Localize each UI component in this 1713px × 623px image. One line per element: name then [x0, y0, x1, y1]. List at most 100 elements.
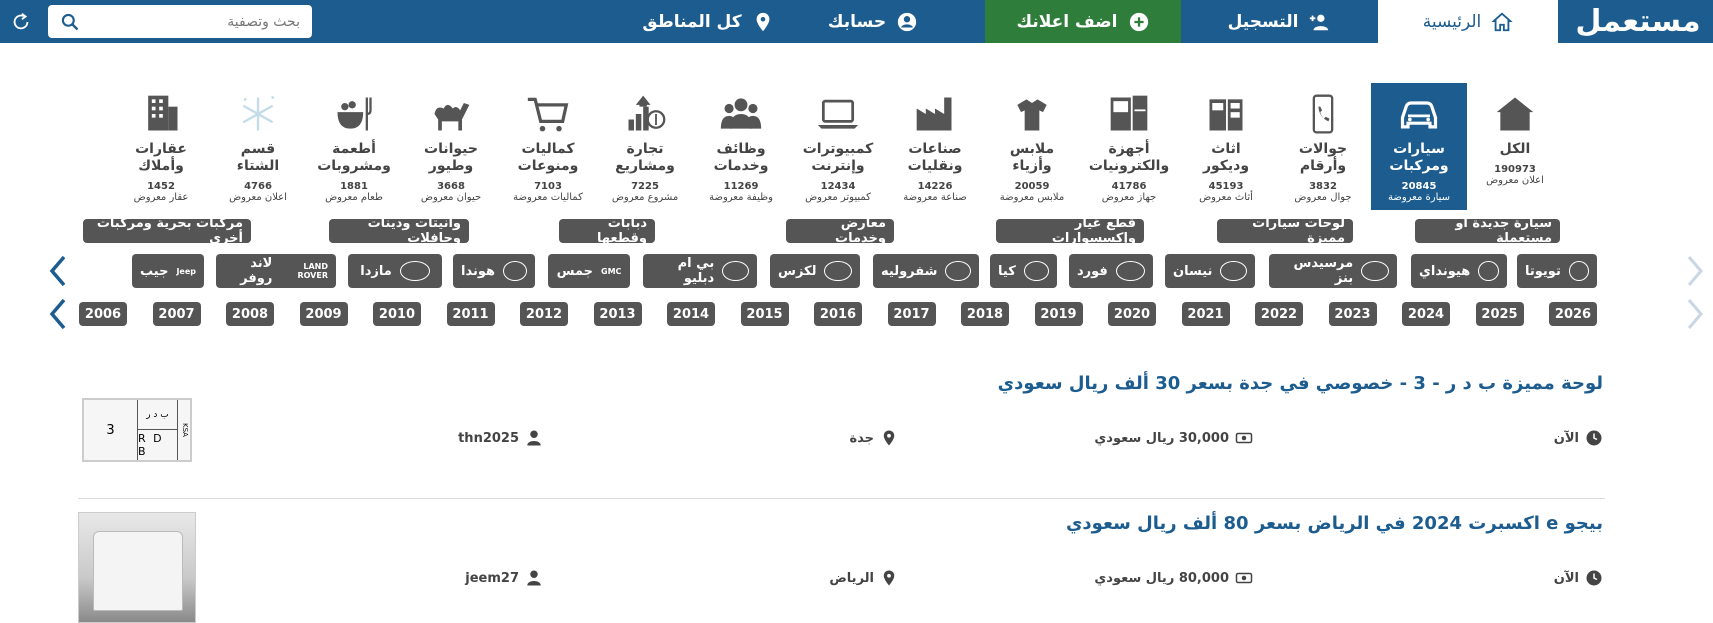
snow-icon: [242, 96, 275, 131]
car-brand-button[interactable]: تويوتا: [1517, 254, 1597, 288]
food-icon: [337, 97, 372, 131]
nav-register[interactable]: التسجيل: [1181, 0, 1377, 43]
category-item[interactable]: عقارات وأملاك 1452 عقار معروض: [113, 83, 209, 210]
car-brand-button[interactable]: GMC جمس: [548, 254, 630, 288]
nav-home[interactable]: الرئيسية: [1378, 0, 1558, 43]
category-unit: اعلان معروض: [229, 192, 287, 203]
category-item[interactable]: حيوانات وطيور 3668 حيوان معروض: [403, 83, 499, 210]
category-item[interactable]: أطعمة ومشروبات 1881 طعام معروض: [306, 83, 402, 210]
category-item[interactable]: صناعات ونقليات 14226 صناعة معروضة: [887, 83, 983, 210]
listing-title[interactable]: بيجو e اكسبرت 2024 في الرياض بسعر 80 ألف…: [1066, 513, 1603, 534]
subcategory-tag[interactable]: وانيتات ودينات وحافلات: [329, 216, 469, 246]
brand-label: هيونداي: [1419, 263, 1471, 279]
year-button[interactable]: 2017: [887, 302, 936, 326]
category-item[interactable]: الكل 190973 اعلان معروض: [1467, 83, 1563, 210]
site-logo[interactable]: مستعمل: [1563, 0, 1713, 43]
nav-regions[interactable]: كل المناطق: [628, 0, 788, 43]
car-brand-button[interactable]: Jeep جيب: [132, 254, 204, 288]
nav-regions-label: كل المناطق: [642, 11, 742, 32]
car-brand-button[interactable]: كيا: [990, 254, 1057, 288]
nav-account[interactable]: حسابك: [803, 0, 943, 43]
year-button[interactable]: 2021: [1181, 302, 1230, 326]
category-item[interactable]: اثاث وديكور 45193 أثاث معروض: [1178, 83, 1274, 210]
category-item[interactable]: جوالات وأرقام 3832 جوال معروض: [1275, 83, 1371, 210]
listing-user[interactable]: thn2025: [458, 429, 543, 447]
brand-label: فورد: [1077, 263, 1108, 279]
year-button[interactable]: 2018: [961, 302, 1009, 326]
money-icon: [1235, 572, 1253, 584]
year-button[interactable]: 2026: [1549, 302, 1597, 326]
category-item[interactable]: كماليات ومنوعات 7103 كماليات معروضة: [500, 83, 596, 210]
home-icon: [1491, 12, 1513, 31]
car-brand-button[interactable]: نيسان: [1165, 254, 1255, 288]
listing-item[interactable]: بيجو e اكسبرت 2024 في الرياض بسعر 80 ألف…: [73, 513, 1603, 603]
year-button[interactable]: 2007: [152, 302, 201, 326]
plate-ksa-label: KSA: [181, 423, 189, 437]
year-button[interactable]: 2019: [1034, 302, 1083, 326]
listing-title[interactable]: لوحة مميزة ب د ر - 3 - خصوصي في جدة بسعر…: [998, 373, 1603, 394]
add-ad-label: اضف اعلانك: [1016, 11, 1118, 32]
category-label: اثاث وديكور: [1202, 141, 1250, 174]
car-brand-button[interactable]: بي ام دبليو: [643, 254, 757, 288]
subcategory-tag[interactable]: قطع غيار وإكسسوارات: [996, 216, 1144, 246]
category-item[interactable]: وظائف وخدمات 11269 وظيفة معروضة: [693, 83, 789, 210]
brands-prev-arrow-icon[interactable]: [48, 254, 70, 288]
category-item[interactable]: أجهزة والكترونيات 41786 جهاز معروض: [1081, 83, 1177, 210]
category-count: 20059: [1014, 181, 1050, 192]
category-item[interactable]: سيارات ومركبات 20845 سيارة معروضة: [1371, 83, 1467, 210]
car-brand-button[interactable]: مرسيدس بنز: [1269, 254, 1397, 288]
year-button[interactable]: 2014: [667, 302, 715, 326]
plate-thumbnail[interactable]: 3 ب د ر R D B KSA: [82, 398, 192, 462]
category-item[interactable]: ملابس وأزياء 20059 ملابس معروضة: [984, 83, 1080, 210]
year-button[interactable]: 2024: [1402, 302, 1450, 326]
subcategory-tag[interactable]: مركبات بحرية ومركبات أخرى: [83, 216, 251, 246]
category-label: أطعمة ومشروبات: [317, 141, 391, 174]
category-item[interactable]: تجارة ومشاريع 7225 مشروع معروض: [597, 83, 693, 210]
search-input[interactable]: [100, 13, 300, 30]
year-button[interactable]: 2020: [1108, 302, 1156, 326]
car-brand-button[interactable]: هيونداي: [1411, 254, 1507, 288]
year-button[interactable]: 2009: [299, 302, 348, 326]
search-icon[interactable]: [60, 12, 80, 32]
brand-logo-icon: [722, 261, 749, 281]
van-image: [93, 531, 183, 611]
car-brand-button[interactable]: فورد: [1069, 254, 1153, 288]
building-icon: [148, 95, 178, 131]
year-button[interactable]: 2012: [520, 302, 568, 326]
year-button[interactable]: 2008: [226, 302, 274, 326]
year-button[interactable]: 2006: [79, 302, 127, 326]
nav-account-label: حسابك: [827, 11, 887, 32]
add-ad-button[interactable]: اضف اعلانك: [985, 0, 1181, 43]
brand-label: نيسان: [1173, 263, 1213, 279]
brands-next-arrow-icon[interactable]: [1683, 254, 1705, 288]
years-prev-arrow-icon[interactable]: [48, 297, 70, 331]
top-navigation-bar: مستعمل الرئيسية التسجيل اضف اعلانك حسابك…: [0, 0, 1713, 43]
subcategory-tag[interactable]: معارض وخدمات: [786, 216, 894, 246]
subcategory-tag[interactable]: سيارة جديدة أو مستعملة: [1415, 216, 1560, 246]
subcategory-tag[interactable]: لوحات سيارات مميزة: [1217, 216, 1353, 246]
year-button[interactable]: 2015: [740, 302, 789, 326]
location-pin-icon: [756, 12, 770, 31]
year-button[interactable]: 2011: [446, 302, 495, 326]
car-brand-button[interactable]: لكزس: [770, 254, 860, 288]
year-button[interactable]: 2013: [593, 302, 642, 326]
year-button[interactable]: 2010: [373, 302, 421, 326]
refresh-icon[interactable]: [10, 11, 32, 33]
car-brand-button[interactable]: هوندا: [453, 254, 535, 288]
category-item[interactable]: قسم الشتاء 4766 اعلان معروض: [210, 83, 306, 210]
category-unit: ملابس معروضة: [999, 192, 1065, 203]
car-brand-button[interactable]: شفروليه: [873, 254, 979, 288]
year-button[interactable]: 2022: [1255, 302, 1303, 326]
listing-user[interactable]: jeem27: [465, 569, 543, 587]
car-brand-button[interactable]: مازدا: [348, 254, 442, 288]
years-next-arrow-icon[interactable]: [1683, 297, 1705, 331]
van-thumbnail[interactable]: [78, 512, 196, 623]
factory-icon: [916, 97, 952, 131]
listing-item[interactable]: لوحة مميزة ب د ر - 3 - خصوصي في جدة بسعر…: [73, 373, 1603, 463]
category-item[interactable]: كمبيوترات وإنترنت 12434 كمبيوتر معروض: [790, 83, 886, 210]
year-button[interactable]: 2025: [1475, 302, 1524, 326]
year-button[interactable]: 2016: [814, 302, 862, 326]
subcategory-tag[interactable]: دبابات وقطعها: [559, 216, 655, 246]
car-brand-button[interactable]: LAND ROVER لاند روفر: [216, 254, 336, 288]
year-button[interactable]: 2023: [1328, 302, 1377, 326]
